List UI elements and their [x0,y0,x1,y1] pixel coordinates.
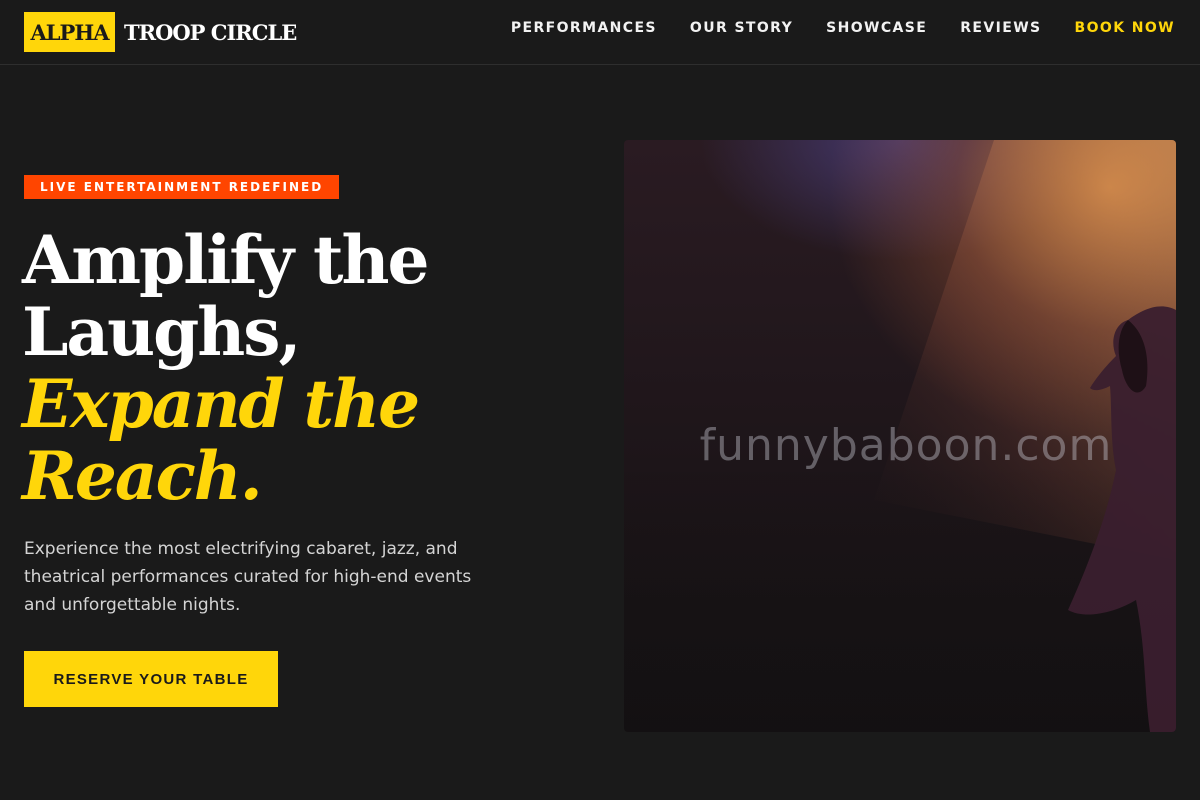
main-nav: PERFORMANCES OUR STORY SHOWCASE REVIEWS … [478,20,1175,36]
headline-line-2: Laughs, [22,293,301,371]
nav-item-showcase[interactable]: SHOWCASE [826,20,927,36]
logo-wordmark: TROOP CIRCLE [124,19,297,45]
book-now-link[interactable]: BOOK NOW [1075,20,1175,36]
headline-accent-line-1: Expand the [22,365,420,443]
image-watermark: funnybaboon.com [699,420,1113,471]
nav-item-performances[interactable]: PERFORMANCES [511,20,657,36]
logo-mark: ALPHA [24,12,115,52]
hero-headline: Amplify the Laughs, Expand the Reach. [22,224,582,512]
brand-logo[interactable]: ALPHA TROOP CIRCLE [24,12,297,52]
dancer-silhouette [1068,306,1176,732]
hero-subtext: Experience the most electrifying cabaret… [24,539,472,615]
hero-performer-image: funnybaboon.com [624,140,1176,732]
reserve-table-button[interactable]: RESERVE YOUR TABLE [24,651,278,707]
nav-item-reviews[interactable]: REVIEWS [960,20,1041,36]
hero-badge: LIVE ENTERTAINMENT REDEFINED [24,175,340,199]
site-header: ALPHA TROOP CIRCLE PERFORMANCES OUR STOR… [0,0,1200,65]
headline-line-1: Amplify the [22,221,430,299]
headline-accent-line-2: Reach. [22,437,263,515]
nav-item-our-story[interactable]: OUR STORY [690,20,793,36]
